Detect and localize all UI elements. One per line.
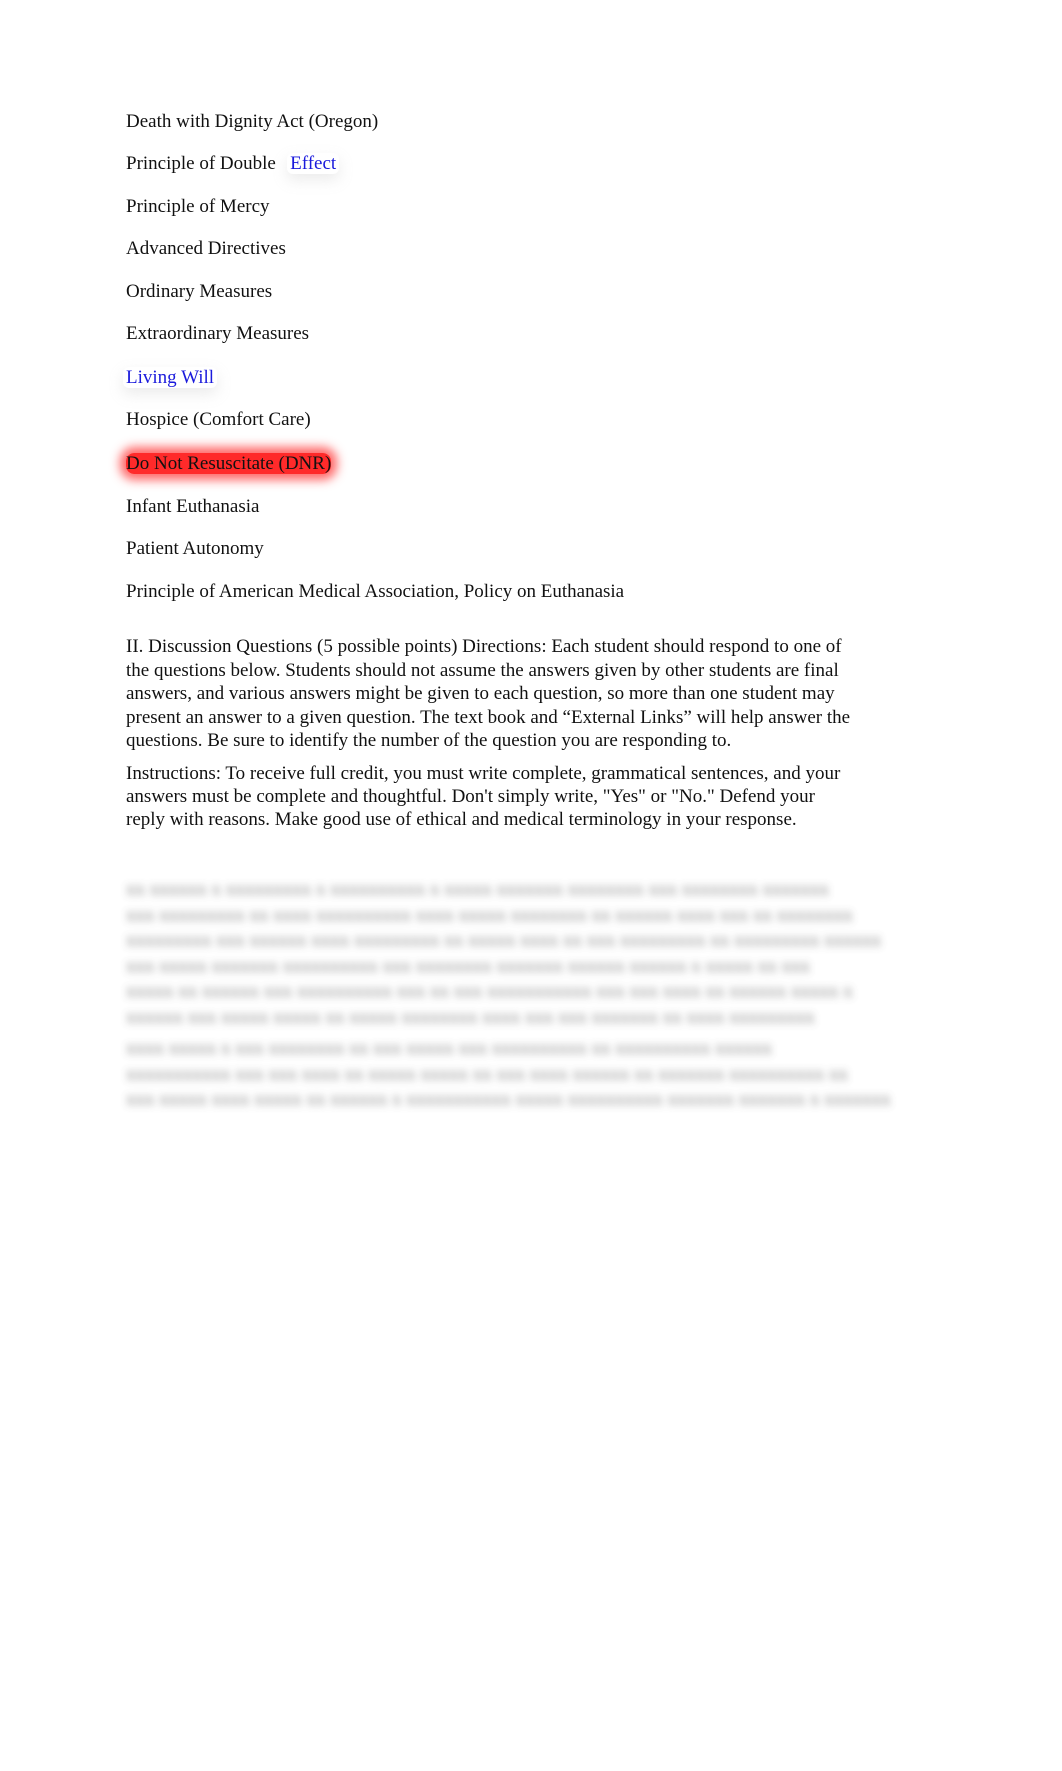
term-advanced-directives: Advanced Directives [126,238,286,259]
term-ordinary-measures: Ordinary Measures [126,281,273,302]
blurred-line: xxx xxxxxxxxx xx xxxx xxxxxxxxxx xxxx xx… [126,904,853,926]
instructions-line: answers must be complete and thoughtful.… [126,786,815,807]
blurred-line: xx xxxxxx x xxxxxxxxx x xxxxxxxxxx x xxx… [126,879,829,900]
term-extraordinary-measures: Extraordinary Measures [126,323,310,344]
blurred-line: xxxxxxxxx xxx xxxxxx xxxx xxxxxxxxx xx x… [126,930,882,951]
term-ama-policy: Principle of American Medical Associatio… [126,581,625,602]
document-page: Death with Dignity Act (Oregon) Principl… [0,0,1062,1771]
blurred-line: xxxx xxxxx x xxx xxxxxxxx xx xxx xxxxx x… [126,1038,772,1059]
discussion-line: questions. Be sure to identify the numbe… [126,730,732,751]
blurred-questions-section: xx xxxxxx x xxxxxxxxx x xxxxxxxxxx x xxx… [126,877,906,1113]
blurred-line: xxxxxx xxx xxxxx xxxxx xx xxxxx xxxxxxxx… [126,1006,815,1028]
effect-link[interactable]: Effect [287,153,339,174]
term-principle-of-mercy: Principle of Mercy [126,196,270,217]
term-principle-of-double-effect: Principle of Double Effect [126,152,339,176]
discussion-line: the questions below. Students should not… [126,659,839,681]
blurred-line: xxx xxxxx xxxx xxxxx xx xxxxxx x xxxxxxx… [126,1089,891,1110]
instructions-paragraph: Instructions: To receive full credit, yo… [126,762,936,831]
instructions-line: Instructions: To receive full credit, yo… [126,763,841,784]
term-dnr: Do Not Resuscitate (DNR) [126,452,332,476]
term-death-with-dignity-act: Death with Dignity Act (Oregon) [126,111,379,132]
discussion-line: II. Discussion Questions (5 possible poi… [126,636,842,657]
blurred-line: xxxxx xx xxxxxx xxx xxxxxxxxxx xxx xx xx… [126,981,853,1002]
dnr-highlighted-text: Do Not Resuscitate (DNR) [126,453,332,474]
blurred-line: xxxxxxxxxxx xxx xxx xxxx xx xxxxx xxxxx … [126,1063,848,1085]
term-patient-autonomy: Patient Autonomy [126,538,264,559]
term-text: Principle of Double [126,153,276,174]
discussion-line: answers, and various answers might be gi… [126,683,835,704]
term-living-will: Living Will [126,366,217,390]
blurred-line: xxx xxxxx xxxxxxx xxxxxxxxxx xxx xxxxxxx… [126,955,810,977]
discussion-questions-paragraph: II. Discussion Questions (5 possible poi… [126,635,936,753]
discussion-line: present an answer to a given question. T… [126,706,851,728]
term-hospice: Hospice (Comfort Care) [126,409,311,430]
term-infant-euthanasia: Infant Euthanasia [126,496,260,517]
living-will-link[interactable]: Living Will [123,367,217,388]
instructions-line: reply with reasons. Make good use of eth… [126,809,797,830]
